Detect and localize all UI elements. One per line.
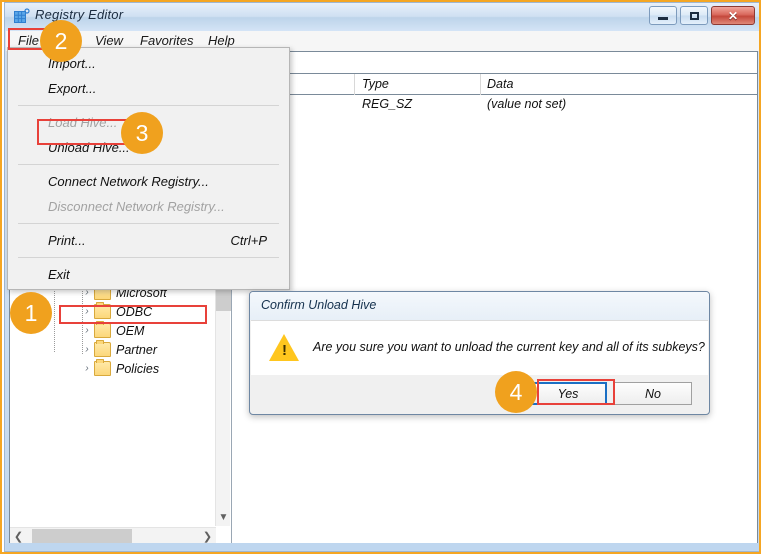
column-divider[interactable]: [354, 74, 355, 95]
file-menu-dropdown: Import... Export... Load Hive... Unload …: [7, 47, 290, 290]
menu-item-disconnect-network-registry: Disconnect Network Registry...: [8, 194, 289, 219]
tree-vscroll-thumb[interactable]: [216, 289, 231, 311]
menu-separator: [18, 223, 279, 224]
no-button[interactable]: No: [614, 382, 692, 405]
close-button[interactable]: ✕: [711, 6, 755, 25]
menu-item-shortcut: Ctrl+P: [230, 233, 267, 248]
tree-item-label: Partner: [116, 342, 157, 357]
tree-item-label: OEM: [116, 323, 145, 338]
dialog-message: Are you sure you want to unload the curr…: [313, 340, 705, 354]
tree-horizontal-scrollbar[interactable]: ❮ ❯: [10, 527, 216, 544]
status-bar: [6, 543, 759, 550]
menu-item-export[interactable]: Export...: [8, 76, 289, 101]
maximize-button[interactable]: [680, 6, 708, 25]
menu-item-label: Unload Hive...: [48, 140, 130, 155]
warning-exclamation-glyph: !: [282, 342, 287, 359]
scroll-right-icon[interactable]: ❯: [199, 528, 216, 544]
minimize-button[interactable]: [649, 6, 677, 25]
tree-item-partner[interactable]: › Partner: [10, 340, 216, 359]
close-icon: ✕: [727, 8, 739, 23]
value-list-header: Name Type Data: [232, 74, 757, 95]
window-titlebar[interactable]: Registry Editor ✕: [5, 3, 759, 31]
menu-separator: [18, 105, 279, 106]
menu-view[interactable]: View: [91, 33, 127, 48]
menu-item-label: Exit: [48, 267, 70, 282]
folder-icon: [94, 359, 111, 376]
menu-favorites[interactable]: Favorites: [136, 33, 197, 48]
chevron-right-icon[interactable]: ›: [80, 344, 94, 355]
menu-item-label: Export...: [48, 81, 97, 96]
step-badge-4: 4: [495, 371, 537, 413]
menu-separator: [18, 164, 279, 165]
menu-separator: [18, 257, 279, 258]
window-title: Registry Editor: [35, 7, 124, 22]
value-data-cell: (value not set): [487, 97, 567, 111]
window-controls: ✕: [649, 6, 755, 25]
menu-help[interactable]: Help: [204, 33, 239, 48]
value-type-cell: REG_SZ: [362, 97, 413, 111]
column-header-data[interactable]: Data: [487, 77, 513, 91]
menu-item-label: Disconnect Network Registry...: [48, 199, 225, 214]
tree-item-policies[interactable]: › Policies: [10, 359, 216, 378]
scroll-down-icon[interactable]: ▼: [216, 509, 231, 526]
chevron-right-icon[interactable]: ›: [80, 325, 94, 336]
chevron-right-icon[interactable]: ›: [80, 363, 94, 374]
menu-item-label: Print...: [48, 233, 86, 248]
scroll-left-icon[interactable]: ❮: [10, 528, 27, 544]
folder-icon: [94, 302, 111, 319]
folder-icon: [94, 321, 111, 338]
menu-item-connect-network-registry[interactable]: Connect Network Registry...: [8, 169, 289, 194]
table-row[interactable]: lt) REG_SZ (value not set): [232, 96, 757, 115]
tree-item-label: Policies: [116, 361, 160, 376]
tree-hscroll-thumb[interactable]: [32, 529, 132, 543]
menu-item-print[interactable]: Print... Ctrl+P: [8, 228, 289, 253]
column-header-type[interactable]: Type: [362, 77, 389, 91]
maximize-icon: [689, 11, 699, 20]
dialog-title: Confirm Unload Hive: [261, 298, 377, 312]
dialog-body: ! Are you sure you want to unload the cu…: [251, 320, 708, 377]
menu-item-exit[interactable]: Exit: [8, 262, 289, 287]
step-badge-3: 3: [121, 112, 163, 154]
chevron-right-icon[interactable]: ›: [80, 306, 94, 317]
menu-item-label: Connect Network Registry...: [48, 174, 209, 189]
registry-editor-icon: [14, 8, 30, 23]
dialog-footer: Yes No: [251, 375, 708, 413]
tree-item-label: ODBC: [116, 304, 153, 319]
step-badge-1: 1: [10, 292, 52, 334]
dialog-titlebar: Confirm Unload Hive: [250, 292, 709, 320]
minimize-icon: [658, 17, 668, 20]
menu-file[interactable]: File: [14, 33, 43, 48]
folder-icon: [94, 340, 111, 357]
menu-item-label: Load Hive...: [48, 115, 118, 130]
yes-button[interactable]: Yes: [529, 382, 607, 405]
screenshot-root: Registry Editor ✕ File Edit View Favorit…: [0, 0, 761, 554]
confirm-unload-hive-dialog: Confirm Unload Hive ! Are you sure you w…: [249, 291, 710, 415]
step-badge-2: 2: [40, 20, 82, 62]
column-divider[interactable]: [480, 74, 481, 95]
